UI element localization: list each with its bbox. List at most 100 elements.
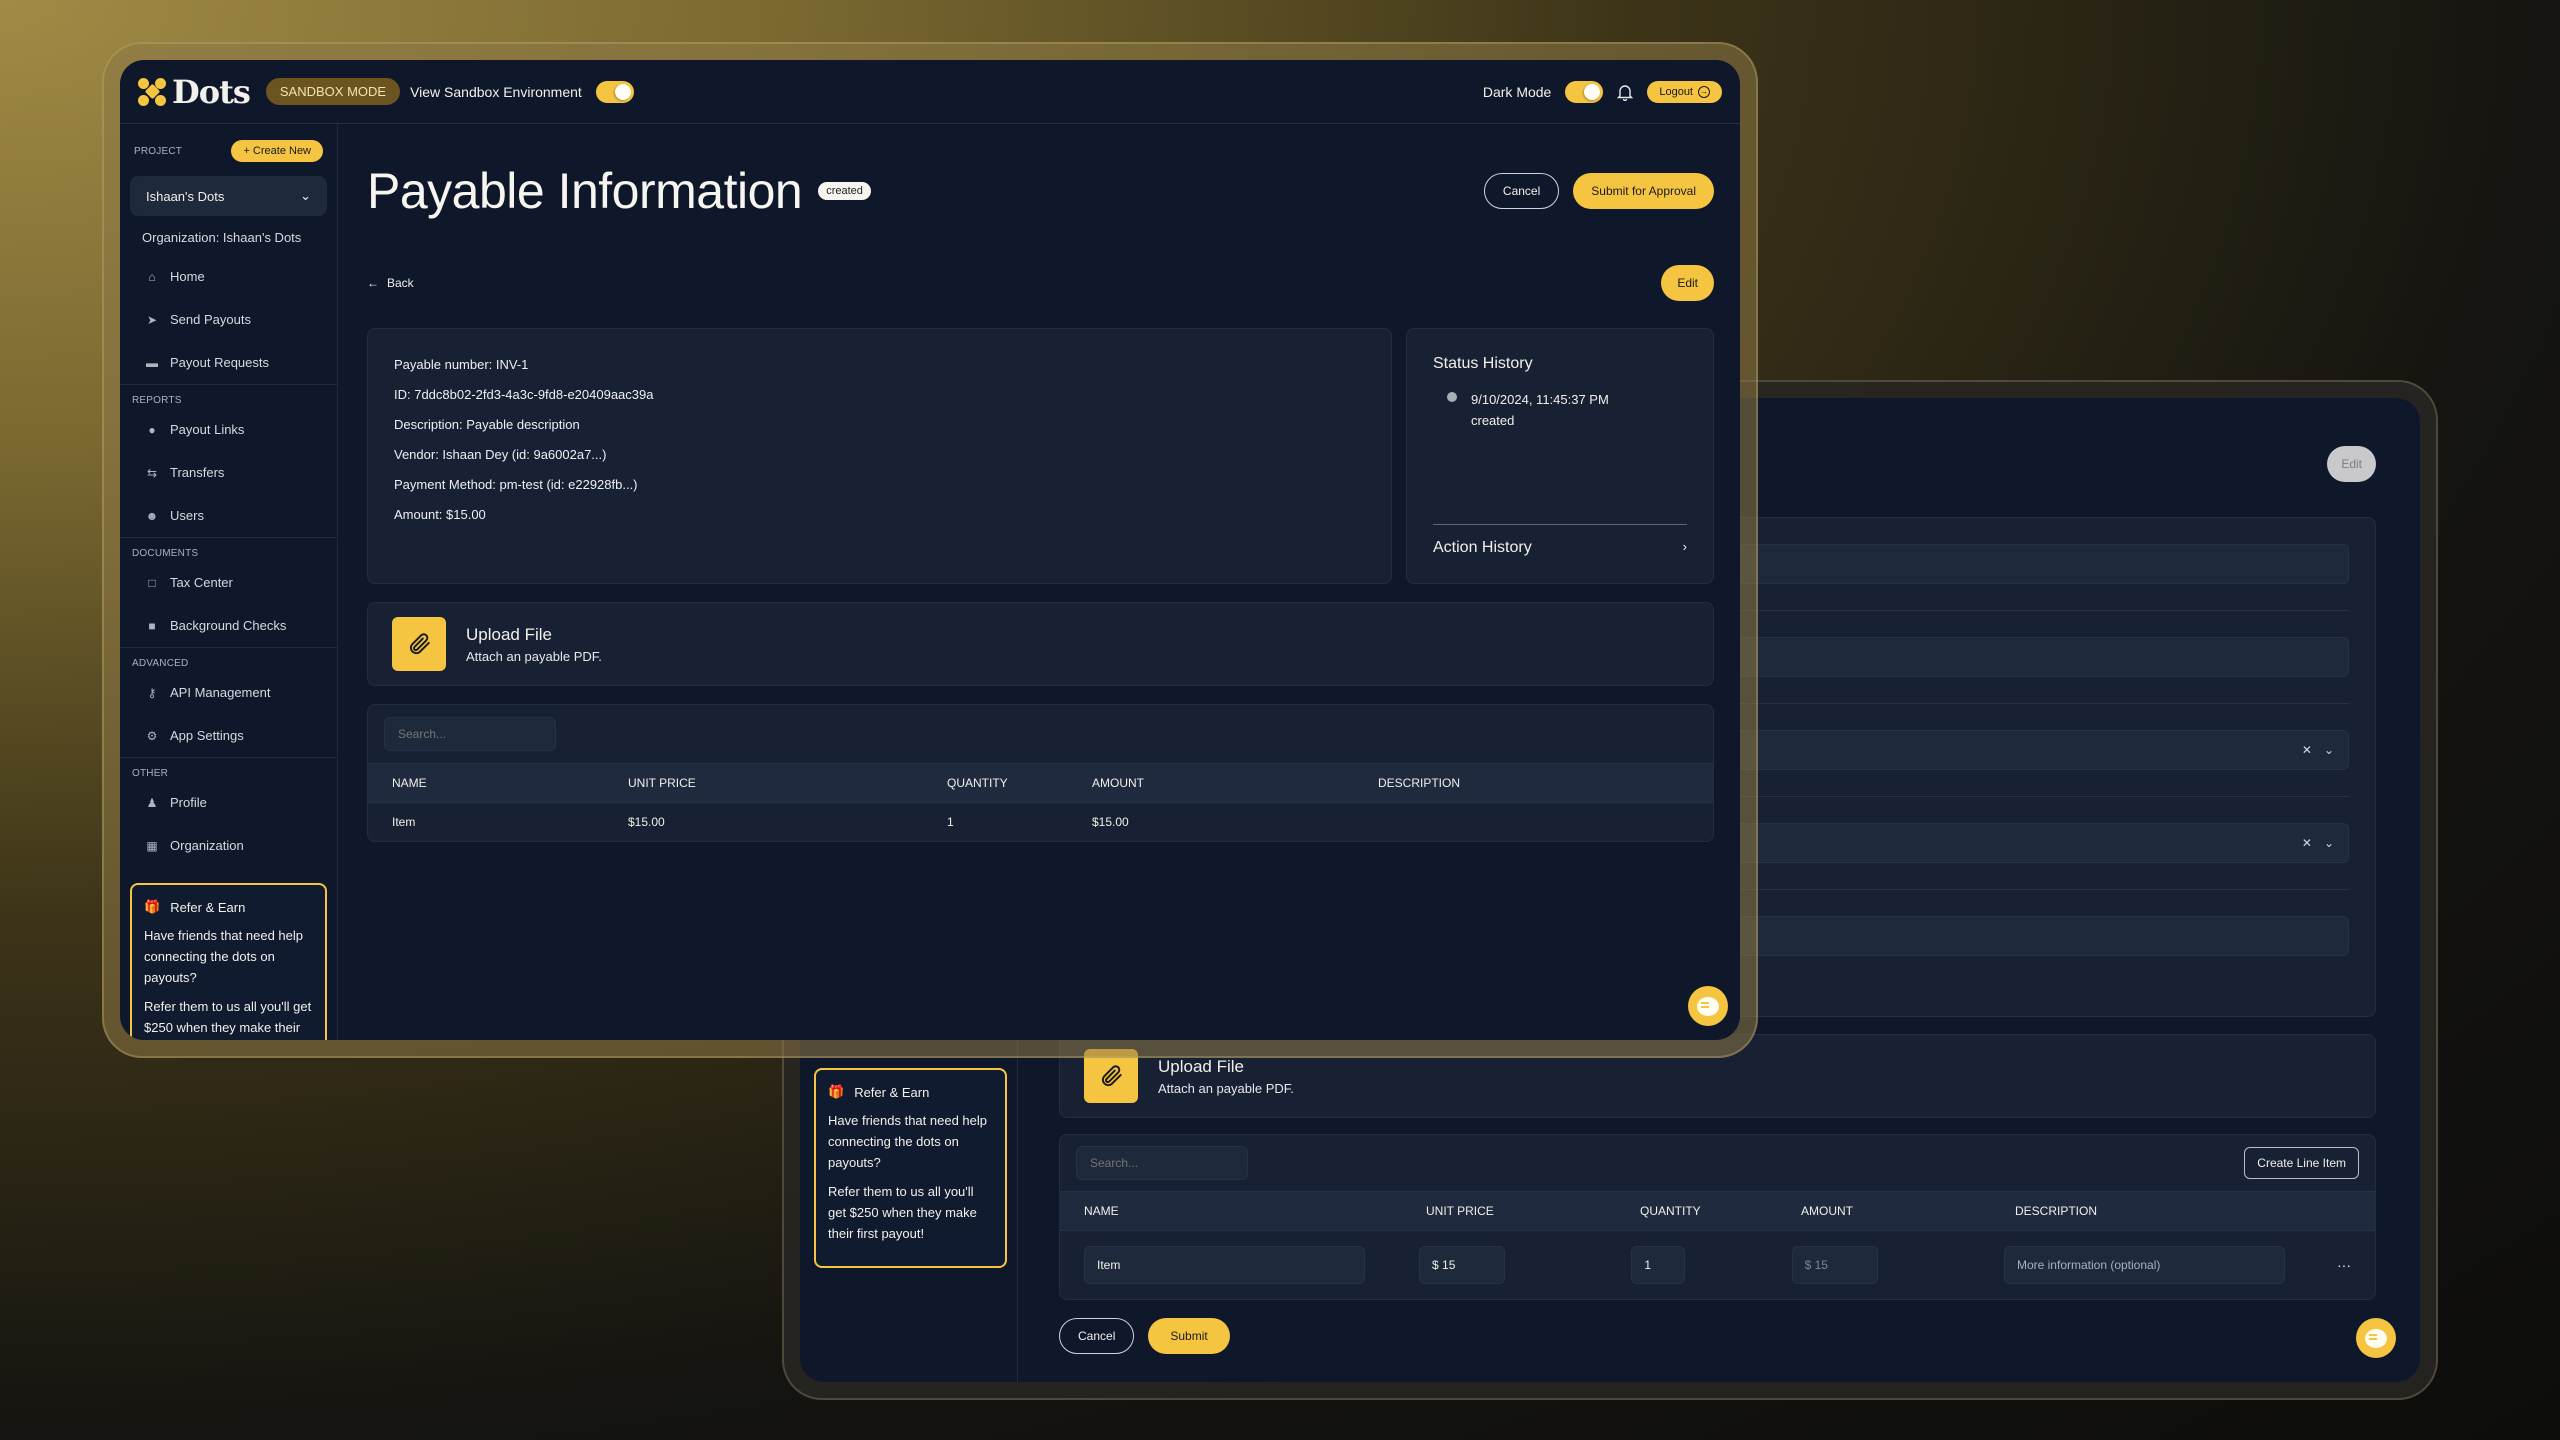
chevron-down-icon[interactable]: ⌄ <box>2324 743 2334 757</box>
key-icon: ⚷ <box>147 685 157 700</box>
back-link[interactable]: ← Back <box>367 276 414 290</box>
detail-vendor: Vendor: Ishaan Dey (id: 9a6002a7...) <box>394 447 607 462</box>
dark-mode-label: Dark Mode <box>1482 83 1552 100</box>
table-header: NAME UNIT PRICE QUANTITY AMOUNT DESCRIPT… <box>368 763 1713 803</box>
project-select[interactable]: Ishaan's Dots ⌄ <box>130 176 327 216</box>
sidebar-item-api-management[interactable]: ⚷ API Management <box>130 671 327 714</box>
chevron-down-icon[interactable]: ⌄ <box>2324 836 2334 850</box>
status-history-card: Status History 9/10/2024, 11:45:37 PM cr… <box>1406 328 1714 584</box>
sidebar-item-payout-requests[interactable]: ▬ Payout Requests <box>130 341 327 384</box>
table-header: NAME UNIT PRICE QUANTITY AMOUNT DESCRIPT… <box>1060 1191 2375 1231</box>
submit-for-approval-button[interactable]: Submit for Approval <box>1573 173 1714 209</box>
document-search-icon: ■ <box>148 618 156 633</box>
column-header: QUANTITY <box>1640 1204 1701 1218</box>
sidebar-item-users[interactable]: ☻ Users <box>130 494 327 537</box>
quantity-input[interactable]: 1 <box>1631 1246 1685 1284</box>
refer-text: Refer them to us all you'll get $250 whe… <box>144 999 312 1035</box>
upload-subtitle: Attach an payable PDF. <box>466 648 602 664</box>
refer-title: Refer & Earn <box>170 899 246 915</box>
line-items-card: Create Line Item NAME UNIT PRICE QUANTIT… <box>1059 1134 2376 1300</box>
nav-group-documents: DOCUMENTS □ Tax Center ■ Background Checks <box>120 537 337 647</box>
users-icon: ☻ <box>145 508 159 523</box>
submit-button[interactable]: Submit <box>1148 1318 1230 1354</box>
status-timestamp: 9/10/2024, 11:45:37 PM <box>1471 392 1609 407</box>
clear-icon[interactable]: ✕ <box>2302 836 2312 850</box>
payable-details-card: Payable number: INV-1 ID: 7ddc8b02-2fd3-… <box>367 328 1392 584</box>
column-header: UNIT PRICE <box>628 776 696 790</box>
dots-logo-icon <box>138 77 166 106</box>
unit-price-input[interactable]: $ 15 <box>1419 1246 1506 1284</box>
top-bar: Dots SANDBOX MODE View Sandbox Environme… <box>120 60 1740 124</box>
column-header: DESCRIPTION <box>2015 1204 2098 1218</box>
paperclip-icon <box>392 617 446 671</box>
column-header: QUANTITY <box>947 776 1008 790</box>
sidebar-item-organization[interactable]: ▦ Organization <box>130 824 327 867</box>
item-name-input[interactable]: Item <box>1084 1246 1366 1284</box>
more-options-icon[interactable]: ··· <box>2337 1257 2351 1273</box>
chevron-down-icon: ⌄ <box>300 188 311 203</box>
upload-file-card[interactable]: Upload File Attach an payable PDF. <box>367 602 1714 686</box>
refer-earn-card[interactable]: 🎁 Refer & Earn Have friends that need he… <box>814 1068 1007 1268</box>
clear-icon[interactable]: ✕ <box>2302 743 2312 757</box>
refer-text: Have friends that need help connecting t… <box>828 1113 987 1170</box>
user-icon: ♟ <box>146 795 158 810</box>
chat-button[interactable] <box>1688 986 1728 1026</box>
sidebar-item-profile[interactable]: ♟ Profile <box>130 781 327 824</box>
main-content: Payable Information created Cancel Submi… <box>339 124 1740 1040</box>
detail-description: Description: Payable description <box>394 417 580 432</box>
status-value: created <box>1471 413 1515 428</box>
status-entry: 9/10/2024, 11:45:37 PM created <box>1447 389 1687 431</box>
gift-icon: 🎁 <box>828 1084 845 1099</box>
column-header: NAME <box>1084 1204 1119 1218</box>
nav-group-other: OTHER ♟ Profile ▦ Organization <box>120 757 337 867</box>
logout-button[interactable]: Logout → <box>1647 80 1722 103</box>
bell-icon[interactable] <box>1615 82 1635 102</box>
sidebar-item-payout-links[interactable]: ● Payout Links <box>130 408 327 451</box>
dark-mode-toggle[interactable] <box>1565 80 1604 103</box>
chevron-right-icon: › <box>1682 539 1687 554</box>
detail-payable-number: Payable number: INV-1 <box>394 357 529 372</box>
cancel-button[interactable]: Cancel <box>1483 173 1560 209</box>
sandbox-toggle-label: View Sandbox Environment <box>410 83 582 100</box>
gear-icon: ⚙ <box>146 728 158 743</box>
sidebar-item-send-payouts[interactable]: ➤ Send Payouts <box>130 298 327 341</box>
page-title: Payable Information <box>367 163 803 219</box>
chat-icon <box>2365 1328 2387 1348</box>
line-items-search-input[interactable] <box>384 717 556 751</box>
refer-text: Have friends that need help connecting t… <box>144 928 303 985</box>
chat-bubble-icon: ▬ <box>146 355 158 370</box>
building-icon: ▦ <box>146 838 158 853</box>
column-header: AMOUNT <box>1092 776 1144 790</box>
description-input[interactable]: More information (optional) <box>2003 1246 2285 1284</box>
create-new-button[interactable]: + Create New <box>231 140 323 162</box>
sidebar: PROJECT + Create New Ishaan's Dots ⌄ Org… <box>120 124 338 1040</box>
sandbox-toggle[interactable] <box>595 80 634 103</box>
home-icon: ⌂ <box>148 269 156 284</box>
dots-logo[interactable]: Dots <box>138 73 251 111</box>
sidebar-item-tax-center[interactable]: □ Tax Center <box>130 561 327 604</box>
logout-icon: → <box>1698 85 1710 98</box>
action-history-toggle[interactable]: Action History › <box>1433 524 1687 557</box>
sidebar-item-background-checks[interactable]: ■ Background Checks <box>130 604 327 647</box>
line-items-search-input[interactable] <box>1076 1146 1248 1180</box>
sidebar-item-app-settings[interactable]: ⚙ App Settings <box>130 714 327 757</box>
send-icon: ➤ <box>146 312 158 327</box>
chat-icon <box>1697 996 1719 1016</box>
dollar-circle-icon: ● <box>148 422 156 437</box>
calendar-icon: □ <box>148 575 156 590</box>
chat-button[interactable] <box>2356 1318 2396 1358</box>
cancel-button[interactable]: Cancel <box>1059 1318 1135 1354</box>
table-row[interactable]: Item $15.00 1 $15.00 <box>368 803 1713 841</box>
refer-earn-card[interactable]: 🎁 Refer & Earn Have friends that need he… <box>130 883 327 1040</box>
column-header: UNIT PRICE <box>1426 1204 1494 1218</box>
sidebar-item-transfers[interactable]: ⇆ Transfers <box>130 451 327 494</box>
timeline-dot-icon <box>1447 392 1457 402</box>
upload-title: Upload File <box>466 624 552 644</box>
upload-subtitle: Attach an payable PDF. <box>1158 1080 1294 1096</box>
sidebar-item-home[interactable]: ⌂ Home <box>130 255 327 298</box>
edit-button[interactable]: Edit <box>1661 265 1714 301</box>
column-header: AMOUNT <box>1801 1204 1853 1218</box>
edit-button-disabled[interactable]: Edit <box>2327 446 2376 482</box>
refer-text: Refer them to us all you'll get $250 whe… <box>828 1184 977 1241</box>
create-line-item-button[interactable]: Create Line Item <box>2244 1147 2359 1179</box>
